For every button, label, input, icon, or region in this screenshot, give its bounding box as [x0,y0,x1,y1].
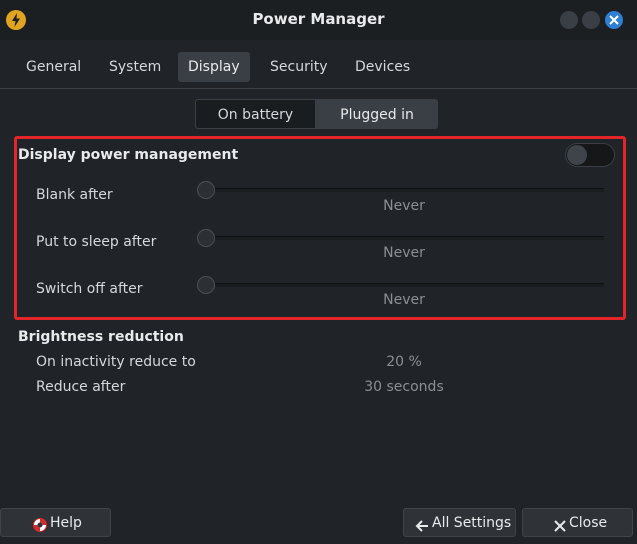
maximize-button[interactable] [582,11,600,29]
brightness-reduction-title: Brightness reduction [18,329,184,345]
window-title: Power Manager [252,10,385,28]
switch-off-after-value: Never [383,292,425,308]
all-settings-label: All Settings [432,515,512,531]
window-close-button[interactable] [605,11,623,29]
blank-after-label: Blank after [36,187,113,203]
help-button[interactable]: Help [0,508,111,537]
blank-after-value: Never [383,198,425,214]
title-bar: Power Manager [0,0,637,40]
sleep-after-value: Never [383,245,425,261]
tab-security[interactable]: Security [260,52,338,82]
reduce-after-label: Reduce after [36,379,126,395]
blank-after-slider-track[interactable] [206,188,604,192]
blank-after-slider-handle[interactable] [197,181,215,199]
switch-off-after-label: Switch off after [36,281,143,297]
display-power-management-title: Display power management [18,147,239,163]
minimize-button[interactable] [560,11,578,29]
inactivity-reduce-label: On inactivity reduce to [36,354,196,370]
close-icon [609,15,619,25]
sleep-after-slider-track[interactable] [206,236,604,240]
close-button[interactable]: Close [522,508,633,537]
reduce-after-value: 30 seconds [364,379,444,395]
tab-bar: General System Display Security Devices [0,40,637,89]
switch-knob [567,145,587,165]
sleep-after-label: Put to sleep after [36,234,157,250]
plugged-in-toggle[interactable]: Plugged in [316,99,438,129]
lifebuoy-icon [32,515,48,544]
sleep-after-slider-handle[interactable] [197,229,215,247]
tab-system[interactable]: System [99,52,171,82]
display-power-management-switch[interactable] [565,143,615,167]
tab-display[interactable]: Display [178,52,250,82]
tab-general[interactable]: General [16,52,91,82]
arrow-left-icon [415,515,429,544]
switch-off-after-slider-handle[interactable] [197,276,215,294]
close-label: Close [569,515,608,531]
inactivity-reduce-value: 20 % [386,354,422,370]
help-label: Help [50,515,82,531]
close-icon [553,515,567,544]
switch-off-after-slider-track[interactable] [206,283,604,287]
all-settings-button[interactable]: All Settings [403,508,516,537]
tab-devices[interactable]: Devices [345,52,420,82]
on-battery-toggle[interactable]: On battery [195,99,316,129]
